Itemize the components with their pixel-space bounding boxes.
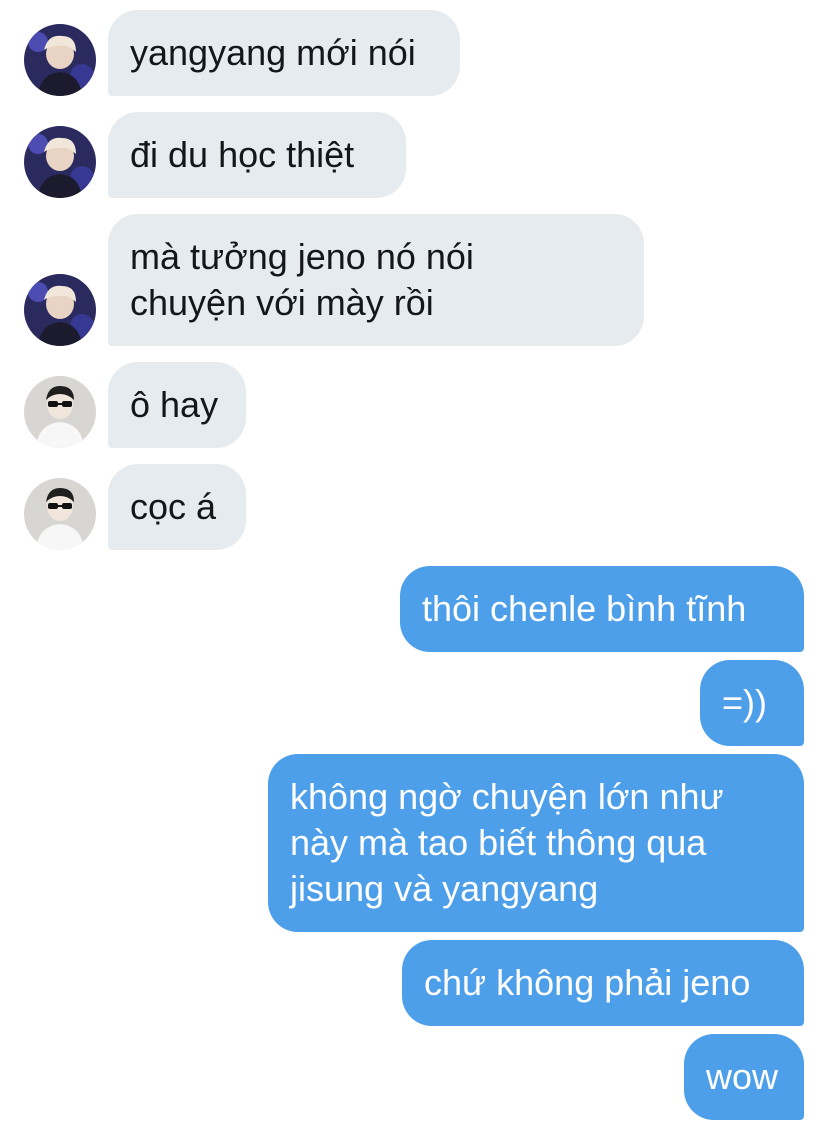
message-bubble[interactable]: yangyang mới nói (108, 10, 460, 96)
message-bubble[interactable]: wow (684, 1034, 804, 1120)
message-bubble[interactable]: ô hay (108, 362, 246, 448)
avatar[interactable] (24, 274, 96, 346)
message-bubble[interactable]: =)) (700, 660, 804, 746)
message-bubble[interactable]: mà tưởng jeno nó nói chuyện với mày rồi (108, 214, 644, 346)
message-bubble[interactable]: chứ không phải jeno (402, 940, 804, 1026)
avatar[interactable] (24, 376, 96, 448)
message-bubble[interactable]: cọc á (108, 464, 246, 550)
message-bubble[interactable]: thôi chenle bình tĩnh (400, 566, 804, 652)
avatar[interactable] (24, 24, 96, 96)
avatar[interactable] (24, 126, 96, 198)
avatar[interactable] (24, 478, 96, 550)
message-bubble[interactable]: đi du học thiệt (108, 112, 406, 198)
message-bubble[interactable]: không ngờ chuyện lớn như này mà tao biết… (268, 754, 804, 932)
